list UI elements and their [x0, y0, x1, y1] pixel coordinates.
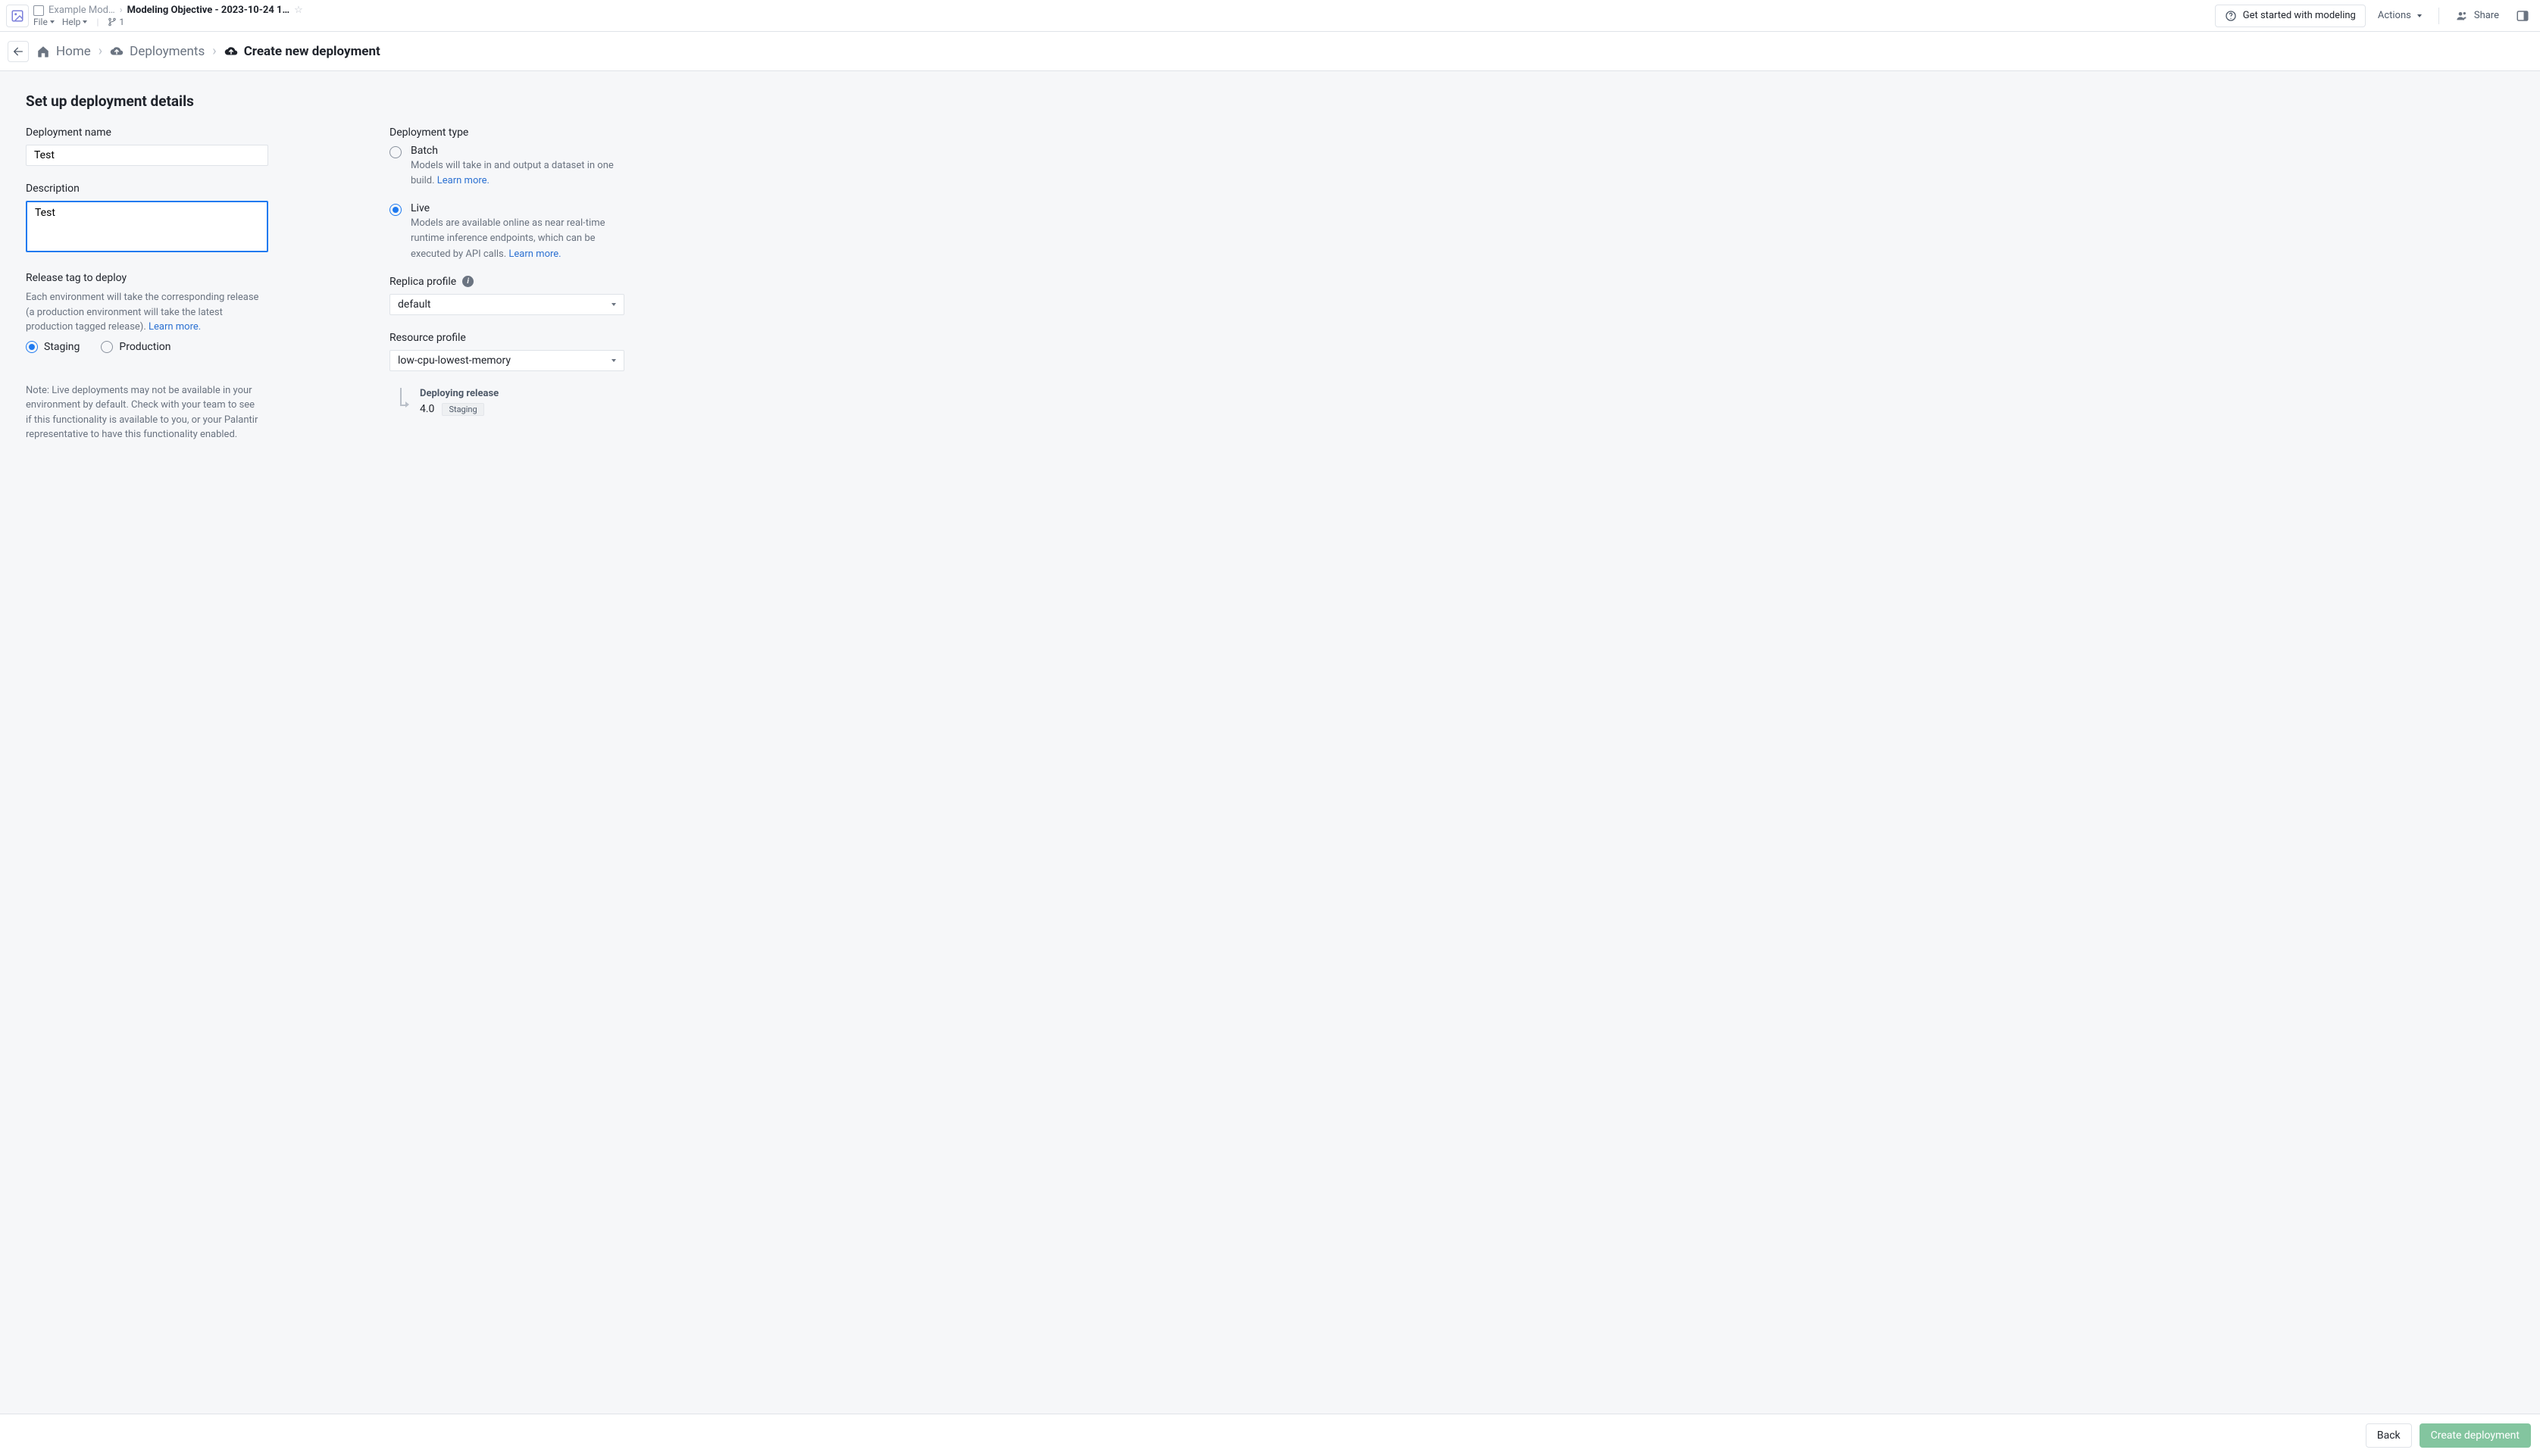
file-menu[interactable]: File — [33, 17, 55, 27]
arrow-left-icon — [12, 45, 24, 58]
home-icon — [36, 45, 50, 58]
panel-right-icon — [2516, 9, 2529, 23]
cloud-upload-icon — [224, 45, 238, 58]
right-column: Deployment type Batch Models will take i… — [389, 123, 632, 416]
deployment-name-input[interactable] — [26, 145, 268, 166]
help-menu[interactable]: Help — [62, 17, 88, 27]
release-production-label: Production — [119, 341, 170, 353]
batch-learn-more-link[interactable]: Learn more. — [437, 175, 490, 186]
batch-desc: Models will take in and output a dataset… — [411, 158, 632, 189]
resource-profile-label: Resource profile — [389, 332, 632, 344]
deploying-release-version: 4.0 — [420, 403, 434, 415]
caret-down-icon — [2417, 14, 2422, 17]
live-desc: Models are available online as near real… — [411, 216, 632, 261]
separator — [2438, 8, 2439, 24]
caret-down-icon — [612, 303, 616, 306]
radio-icon — [389, 204, 402, 216]
create-deployment-button[interactable]: Create deployment — [2420, 1423, 2531, 1448]
breadcrumb-deployments-label: Deployments — [130, 44, 205, 59]
cloud-upload-icon — [110, 45, 124, 58]
release-tag-hint: Each environment will take the correspon… — [26, 290, 268, 335]
live-title: Live — [411, 202, 632, 214]
resource-profile-select[interactable]: low-cpu-lowest-memory — [389, 350, 624, 371]
branch-count: 1 — [119, 17, 124, 27]
deployment-type-batch[interactable]: Batch Models will take in and output a d… — [389, 145, 632, 189]
share-button[interactable]: Share — [2448, 5, 2507, 27]
release-staging-radio[interactable]: Staging — [26, 341, 80, 353]
caret-down-icon — [612, 359, 616, 362]
title-block: Example Mod… › Modeling Objective - 2023… — [33, 5, 303, 27]
description-input[interactable] — [26, 201, 268, 252]
favorite-star-icon[interactable]: ☆ — [294, 5, 303, 16]
batch-title: Batch — [411, 145, 632, 157]
caret-down-icon — [50, 20, 55, 23]
radio-icon — [101, 341, 113, 353]
help-circle-icon — [2225, 10, 2237, 22]
deploying-release-title: Deploying release — [420, 388, 499, 399]
release-tag-label: Release tag to deploy — [26, 272, 268, 284]
page-body: Set up deployment details Deployment nam… — [0, 71, 2540, 1414]
titlebar: Example Mod… › Modeling Objective - 2023… — [0, 0, 2540, 32]
deploying-release-box: Deploying release 4.0 Staging — [389, 388, 632, 416]
radio-icon — [389, 146, 402, 158]
actions-menu[interactable]: Actions — [2370, 5, 2429, 27]
image-icon — [11, 9, 24, 23]
breadcrumb-deployments[interactable]: Deployments — [110, 44, 205, 59]
live-learn-more-link[interactable]: Learn more. — [508, 248, 561, 260]
objective-title[interactable]: Modeling Objective - 2023-10-24 1… — [127, 5, 290, 16]
info-icon[interactable] — [462, 276, 474, 287]
breadcrumb-home-label: Home — [56, 44, 91, 59]
chevron-right-icon: › — [99, 43, 102, 59]
release-learn-more-link[interactable]: Learn more. — [149, 321, 201, 333]
breadcrumb-home[interactable]: Home — [36, 44, 91, 59]
panel-toggle[interactable] — [2511, 5, 2534, 27]
chevron-right-icon: › — [120, 5, 123, 16]
document-icon — [33, 5, 44, 16]
left-column: Deployment name Description Release tag … — [26, 123, 268, 448]
separator: | — [95, 17, 100, 27]
app-logo[interactable] — [6, 5, 29, 27]
get-started-button[interactable]: Get started with modeling — [2215, 5, 2366, 27]
share-label: Share — [2474, 10, 2499, 21]
radio-icon — [26, 341, 38, 353]
get-started-label: Get started with modeling — [2243, 10, 2356, 21]
live-note: Note: Live deployments may not be availa… — [26, 383, 261, 442]
deployment-type-live[interactable]: Live Models are available online as near… — [389, 202, 632, 261]
breadcrumb-current: Create new deployment — [224, 44, 380, 59]
description-label: Description — [26, 183, 268, 195]
back-footer-button[interactable]: Back — [2366, 1423, 2412, 1448]
resource-profile-value: low-cpu-lowest-memory — [398, 355, 511, 367]
project-breadcrumb[interactable]: Example Mod… — [48, 5, 115, 16]
tree-line-icon — [400, 388, 411, 414]
branch-indicator[interactable]: 1 — [108, 17, 124, 27]
replica-profile-label: Replica profile — [389, 276, 632, 288]
git-branch-icon — [108, 17, 117, 27]
replica-profile-select[interactable]: default — [389, 294, 624, 315]
chevron-right-icon: › — [212, 43, 216, 59]
replica-profile-value: default — [398, 298, 431, 311]
caret-down-icon — [83, 20, 87, 23]
breadcrumb-current-label: Create new deployment — [244, 44, 380, 59]
back-button[interactable] — [8, 41, 29, 62]
release-staging-label: Staging — [44, 341, 80, 353]
page-title: Set up deployment details — [26, 92, 732, 110]
release-production-radio[interactable]: Production — [101, 341, 170, 353]
deployment-type-label: Deployment type — [389, 127, 632, 139]
breadcrumb-bar: Home › Deployments › Create new deployme… — [0, 32, 2540, 71]
deployment-name-label: Deployment name — [26, 127, 268, 139]
actions-label: Actions — [2378, 10, 2411, 21]
footer-bar: Back Create deployment — [0, 1414, 2540, 1456]
people-icon — [2456, 10, 2468, 22]
deploying-release-tag: Staging — [442, 403, 483, 416]
